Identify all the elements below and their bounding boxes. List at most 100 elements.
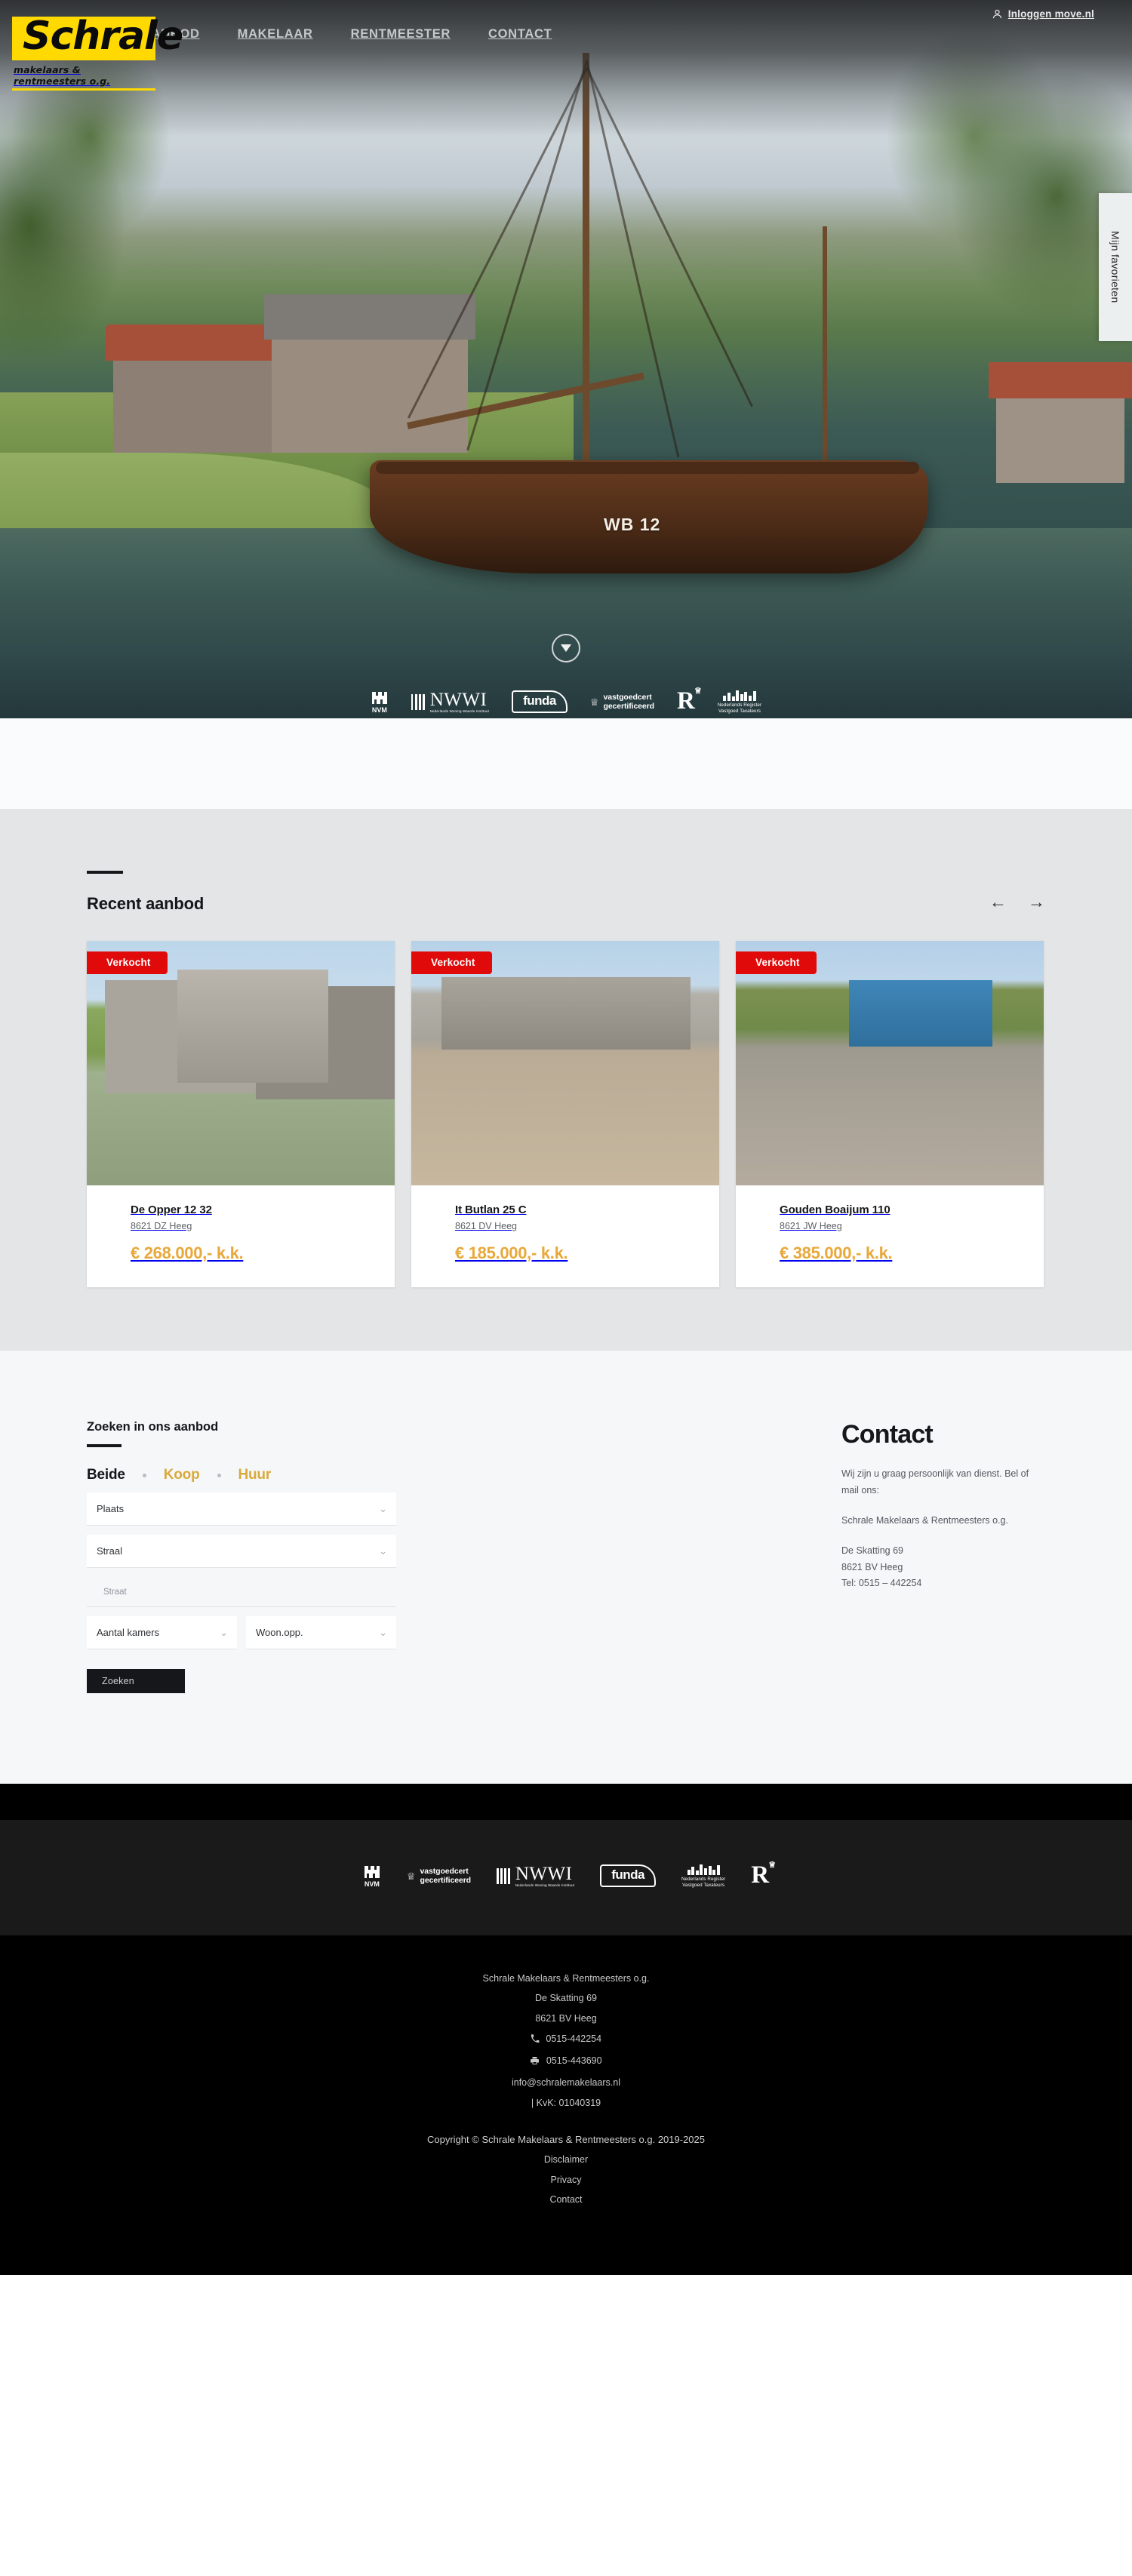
listing-card[interactable]: Verkocht It Butlan 25 C 8621 DV Heeg € 1… [411,941,719,1287]
search-submit-button[interactable]: Zoeken [87,1669,185,1693]
hero-house-right-roof [989,362,1132,398]
listing-photo: Verkocht [411,941,719,1185]
nav-item-makelaar[interactable]: MAKELAAR [238,27,313,41]
favorites-tab[interactable]: Mijn favorieten [1099,193,1132,341]
contact-title: Contact [841,1420,934,1449]
hero-house-left-roof [106,324,279,361]
listing-address: De Opper 12 32 [131,1203,212,1216]
hero-section: WB 12 Inloggen move.nl AANBOD MAKELAAR R… [0,0,1132,718]
footer-fax-row: 0515-443690 [0,2051,1132,2073]
listing-card[interactable]: Verkocht Gouden Boaijum 110 8621 JW Heeg… [736,941,1044,1287]
footer-link-disclaimer[interactable]: Disclaimer [0,2150,1132,2170]
crown-icon: ♕ [589,696,599,708]
nwwi-bars-icon [411,693,425,710]
contact-intro: Wij zijn u graag persoonlijk van dienst.… [841,1468,1029,1495]
listing-cards: Verkocht De Opper 12 32 8621 DZ Heeg € 2… [87,941,1045,1287]
straat-placeholder: Straat [103,1587,127,1597]
footer-fax: 0515-443690 [546,2055,602,2066]
listing-zip: 8621 JW Heeg [780,1221,842,1231]
crown-icon: ♕ [406,1870,416,1882]
plaats-label: Plaats [97,1503,125,1514]
logo-box: Schrale [12,14,183,60]
funda-logo: funda [512,690,568,713]
nav-item-rentmeester[interactable]: RENTMEESTER [351,27,451,41]
tab-separator-dot [142,1473,146,1477]
footer-nrvt-logo: Nederlands Register Vastgoed Taxateurs [681,1864,725,1889]
nrvt-logo: Nederlands Register Vastgoed Taxateurs [718,690,761,715]
vastgoedcert-logo: ♕ vastgoedcert gecertificeerd [589,692,654,711]
status-badge: Verkocht [87,951,168,974]
chevron-down-icon [561,644,571,652]
tab-separator-dot [217,1473,221,1477]
search-contact-section: Zoeken in ons aanbod Beide Koop Huur Pla… [0,1351,1132,1784]
nvm-logo: NVM [371,690,389,714]
footer-street: De Skatting 69 [535,1993,597,2004]
footer-divider [0,1784,1132,1820]
scroll-down-button[interactable] [552,634,580,662]
search-form-column: Zoeken in ons aanbod Beide Koop Huur Pla… [87,1420,630,1693]
logo-underline [12,88,155,91]
footer-nvm-logo: NVM [363,1864,381,1888]
footer-r-logo: R ♕ [751,1861,777,1889]
hero-boat-rail [376,462,919,474]
aantal-kamers-select[interactable]: Aantal kamers ⌄ [87,1616,237,1649]
recent-title: Recent aanbod [87,894,205,913]
listing-price: € 185.000,- k.k. [455,1243,568,1262]
listing-zip: 8621 DV Heeg [455,1221,518,1231]
nrvt-r-logo: R ♕ [676,687,702,715]
nav-item-contact[interactable]: CONTACT [488,27,552,41]
aantal-kamers-label: Aantal kamers [97,1627,160,1638]
listing-address: It Butlan 25 C [455,1203,527,1216]
status-badge: Verkocht [736,951,817,974]
footer-logos: NVM ♕ vastgoedcert gecertificeerd NWWI Ned… [0,1820,1132,1935]
contact-company: Schrale Makelaars & Rentmeesters o.g. [841,1514,1008,1526]
contact-city: 8621 BV Heeg [841,1561,903,1572]
nwwi-logo: NWWI Nederlands Woning Waarde Instituut [411,690,489,713]
contact-street: De Skatting 69 [841,1545,903,1556]
chevron-down-icon: ⌄ [379,1545,387,1557]
footer-vastgoedcert-logo: ♕ vastgoedcert gecertificeerd [406,1867,471,1886]
footer-nwwi-logo: NWWI Nederlands Woning Waarde Instituut [497,1864,574,1887]
footer-phone-row: 0515-442254 [0,2029,1132,2051]
hero-certification-logos: NVM NWWI Nederlands Woning Waarde Institu… [0,683,1132,718]
tab-beide[interactable]: Beide [87,1467,125,1483]
tab-huur[interactable]: Huur [238,1467,272,1483]
carousel-nav: ← → [989,893,1045,914]
listing-card[interactable]: Verkocht De Opper 12 32 8621 DZ Heeg € 2… [87,941,395,1287]
arrow-right-icon[interactable]: → [1028,893,1045,911]
recent-listings-section: Recent aanbod ← → Verkocht De Opper 12 3… [0,809,1132,1351]
footer-company: Schrale Makelaars & Rentmeesters o.g. [482,1972,650,1984]
skyline-icon [681,1864,725,1875]
footer-city: 8621 BV Heeg [535,2013,597,2024]
status-badge: Verkocht [411,951,492,974]
search-title: Zoeken in ons aanbod [87,1420,219,1434]
tab-koop[interactable]: Koop [164,1467,200,1483]
footer-link-contact[interactable]: Contact [0,2190,1132,2210]
straal-select[interactable]: Straal ⌄ [87,1535,396,1568]
contact-tel: Tel: 0515 – 442254 [841,1578,922,1589]
hero-boat-registration: WB 12 [604,515,661,534]
woonopp-select[interactable]: Woon.opp. ⌄ [246,1616,396,1649]
site-logo[interactable]: Schrale makelaars & rentmeesters o.g. [12,14,183,91]
hero-house-mid-roof [264,294,475,340]
logo-tagline: makelaars & rentmeesters o.g. [14,64,111,87]
woonopp-label: Woon.opp. [256,1627,303,1638]
footer-link-privacy[interactable]: Privacy [0,2170,1132,2190]
hero-house-right [996,392,1124,483]
hero-house-left [113,355,272,453]
favorites-tab-label: Mijn favorieten [1109,231,1121,303]
contact-column: Contact Wij zijn u graag persoonlijk van… [630,1420,1045,1693]
chevron-down-icon: ⌄ [220,1626,228,1638]
footer-email[interactable]: info@schralemakelaars.nl [0,2073,1132,2093]
printer-icon [530,2052,540,2073]
footer-copyright: Copyright © Schrale Makelaars & Rentmees… [427,2133,705,2145]
listing-price: € 385.000,- k.k. [780,1243,893,1262]
hero-house-mid [272,332,468,453]
nwwi-bars-icon [497,1867,510,1884]
straat-input[interactable]: Straat [87,1577,396,1607]
footer-phone: 0515-442254 [546,2033,602,2045]
arrow-left-icon[interactable]: ← [989,893,1007,911]
listing-zip: 8621 DZ Heeg [131,1221,192,1231]
plaats-select[interactable]: Plaats ⌄ [87,1492,396,1526]
hero-mast-aft [823,226,827,475]
